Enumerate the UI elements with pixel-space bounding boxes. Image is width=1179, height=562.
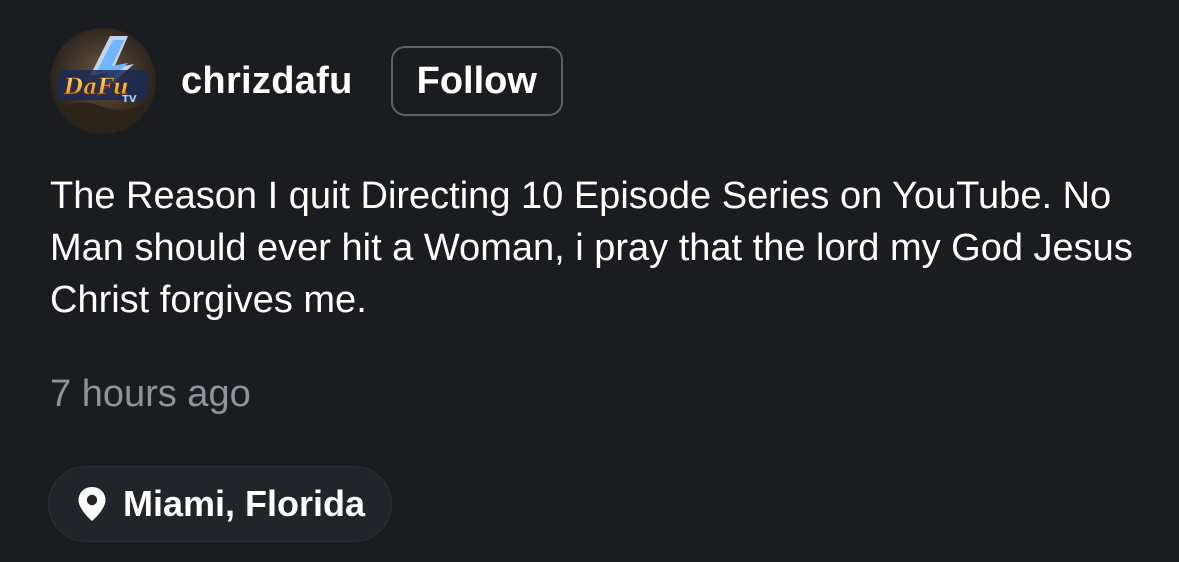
avatar[interactable]: DaFu TV — [50, 28, 156, 134]
post-text: The Reason I quit Directing 10 Episode S… — [50, 175, 1133, 321]
map-pin-icon — [77, 486, 107, 522]
location-label: Miami, Florida — [123, 483, 366, 524]
author-username[interactable]: chrizdafu — [181, 62, 353, 100]
svg-text:TV: TV — [122, 94, 137, 105]
avatar-logo-icon: DaFu TV — [50, 28, 156, 134]
location-chip[interactable]: Miami, Florida — [48, 466, 393, 542]
post-timestamp: 7 hours ago — [50, 373, 251, 415]
follow-button[interactable]: Follow — [390, 46, 563, 116]
post-card: DaFu TV chrizdafu Follow The Reason I qu… — [0, 0, 1179, 562]
post-header: DaFu TV chrizdafu Follow — [50, 26, 563, 136]
svg-text:DaFu: DaFu — [63, 74, 129, 100]
